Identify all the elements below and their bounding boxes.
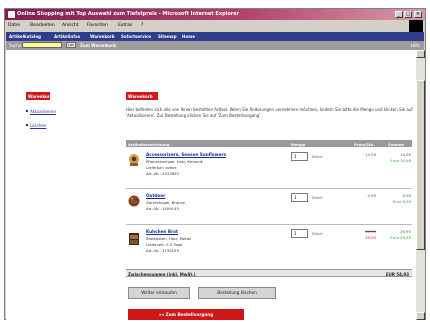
quantity-unit: Stück [312,195,323,200]
page-content: Warenkorb Aktualisieren Löschen Warenkor… [6,50,416,320]
search-input[interactable] [22,42,62,48]
sale-unit-price: 29,95 [365,235,376,240]
sidebar: Warenkorb Aktualisieren Löschen [6,50,106,320]
product-availability: Lieferbar: sofort [146,165,177,170]
top-navigation: Artikelkatalog Artikelinfos Warenkorb So… [6,32,424,41]
search-bar: Suche Los Zum Warenkorb Hilfe [6,41,424,50]
vertical-scrollbar[interactable] [416,50,425,320]
product-article-number: Art.-Nr.: 3739159 [146,248,179,253]
checkout-button[interactable]: »» Zum Bestellvorgang [128,309,244,320]
product-article-number: Art.-Nr.: 1409143 [146,206,179,211]
scroll-thumb[interactable] [416,80,425,250]
subtotal-row: Zwischensumme (inkl. MwSt.) EUR 54,93 [126,269,412,277]
ie-throbber-icon [409,20,423,32]
help-link[interactable]: Hilfe [411,43,420,48]
cart-table-header: Artikelbezeichnung Menge Preis/Stk. Summ… [126,140,412,147]
intro-text: Hier befinden sich alle von Ihnen bestel… [126,107,413,118]
menu-extras[interactable]: Extras [118,23,132,28]
menu-bearbeiten[interactable]: Bearbeiten [30,23,55,28]
cart-row: Accessorizers, Season Sunflowers Pflanze… [126,149,412,189]
product-description: Brotkasten, Holz, Metall [146,236,192,241]
ie-app-icon [8,11,15,18]
product-description: Gartenkugel, Bronze [146,200,185,205]
window-title: Online Shopping mit Top Auswahl zum Tief… [17,11,240,17]
nav-sitemap[interactable]: Sitemap [158,34,177,39]
quantity-input[interactable]: 1 [291,152,308,161]
row-divider [126,188,412,189]
page-title: Warenkorb [126,92,158,100]
line-total-euro: Euro 29,95 [390,235,411,240]
sidebar-heading: Warenkorb [26,92,53,100]
product-title-link[interactable]: Outdoor [146,193,165,198]
subtotal-value: EUR 54,93 [385,271,409,277]
close-button[interactable]: × [414,11,422,18]
line-total: 9,99 [402,193,411,198]
line-total-euro: Euro 9,99 [392,199,411,204]
quantity-unit: Stück [312,154,323,159]
nav-home[interactable]: Home [182,34,195,39]
continue-shopping-button[interactable]: Weiter einkaufen [128,287,190,299]
menu-ansicht[interactable]: Ansicht [62,23,79,28]
add-to-cart-link[interactable]: Zum Warenkorb [80,43,116,48]
minimize-button[interactable]: _ [395,11,403,18]
sidebar-link-loeschen[interactable]: Löschen [30,123,46,128]
col-summe: Summe [388,141,404,147]
unit-price: 14,99 [365,152,376,157]
line-total-euro: Euro 14,99 [390,158,411,163]
bullet-icon [26,110,28,112]
maximize-button[interactable]: □ [404,11,412,18]
title-bar: Online Shopping mit Top Auswahl zum Tief… [5,9,425,20]
bread-box-product-image[interactable] [128,230,140,248]
sidebar-link-aktualisieren[interactable]: Aktualisieren [30,109,56,114]
product-availability: Lieferzeit: 3-5 Tage [146,242,183,247]
line-total: 29,95 [400,229,411,234]
quantity-input[interactable]: 1 [291,193,308,202]
row-divider [126,224,412,225]
sunflower-product-image[interactable] [128,153,140,167]
subtotal-label: Zwischensumme (inkl. MwSt.) [128,271,196,277]
line-total: 14,99 [400,152,411,157]
cart-row: Kuhchen Brot Brotkasten, Holz, Metall Li… [126,226,412,266]
search-label: Suche [9,43,22,48]
old-unit-price: 39,95 [365,229,376,234]
nav-artikelinfos[interactable]: Artikelinfos [54,34,80,39]
nav-warenkorb[interactable]: Warenkorb [90,34,115,39]
bullet-icon [26,124,28,126]
unit-price: 9,99 [367,193,376,198]
scroll-down-arrow-icon[interactable] [416,312,425,320]
quantity-unit: Stück [312,231,323,236]
col-artikel: Artikelbezeichnung [128,141,170,147]
menu-help[interactable]: ? [141,23,143,28]
col-preis: Preis/Stk. [354,141,375,147]
menu-favoriten[interactable]: Favoriten [87,23,108,28]
menu-datei[interactable]: Datei [8,23,20,28]
search-go-button[interactable]: Los [66,42,76,48]
quantity-input[interactable]: 1 [291,229,308,238]
scroll-up-arrow-icon[interactable] [416,50,425,58]
garden-ball-product-image[interactable] [128,194,140,208]
nav-sofortservice[interactable]: Sofortservice [121,34,151,39]
menu-bar: Datei Bearbeiten Ansicht Favoriten Extra… [5,21,425,30]
product-description: Pflanzenschale, Holz, Keramik [146,159,203,164]
browser-window: Online Shopping mit Top Auswahl zum Tief… [4,8,426,320]
nav-artikelkatalog[interactable]: Artikelkatalog [9,34,41,39]
product-title-link[interactable]: Kuhchen Brot [146,229,178,234]
product-article-number: Art.-Nr.: 4533650 [146,171,179,176]
product-title-link[interactable]: Accessorizers, Season Sunflowers [146,152,226,157]
main-content: Warenkorb Hier befinden sich alle von Ih… [124,50,414,320]
col-menge: Menge [291,141,306,147]
delete-order-button[interactable]: Bestellung löschen [198,287,276,299]
